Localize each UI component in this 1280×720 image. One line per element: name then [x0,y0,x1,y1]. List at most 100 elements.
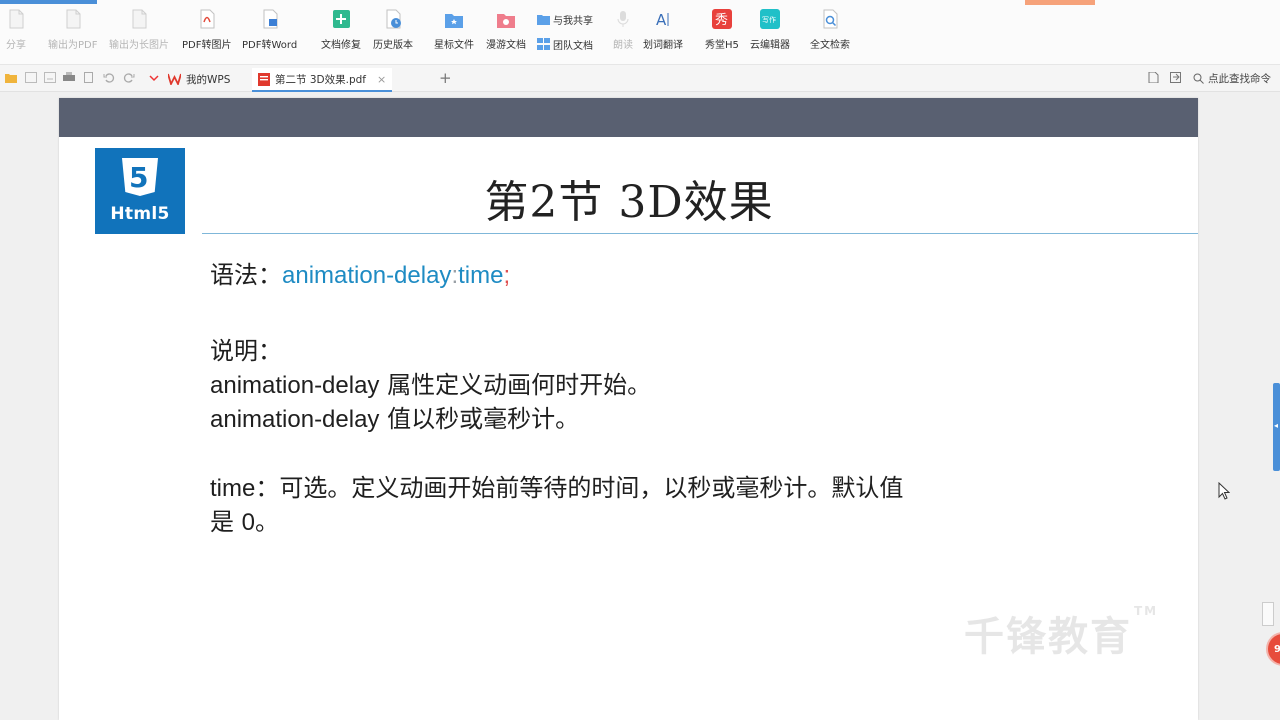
pdf-to-image-icon [200,9,215,29]
time-line2-end: 。 [255,508,279,536]
tab-document-pdf[interactable]: 第二节 3D效果.pdf × [252,68,393,92]
cloud-editor-icon: 写作 [760,9,780,29]
syntax-line: 语法：animation-delay:time; [210,255,510,290]
pdf-to-word-icon [263,9,278,29]
export-long-image-label: 输出为长图片 [109,40,169,51]
description-line-1-code: animation-delay [210,372,380,399]
doc-info-icon[interactable] [1148,72,1159,83]
xiutang-button[interactable]: 秀 秀堂H5 [705,8,739,56]
history-button[interactable]: 历史版本 [373,8,413,56]
read-aloud-icon [617,11,629,27]
translate-label: 划词翻译 [643,40,683,51]
read-aloud-button[interactable]: 朗读 [613,8,633,56]
share-with-me-button[interactable]: 与我共享 [537,11,593,27]
time-text: ：可选。定义动画开始前等待的时间，以秒或毫秒计。默认值 [255,474,904,502]
ribbon-accent-orange [1025,0,1095,5]
team-docs-button[interactable]: 团队文档 [537,36,593,52]
history-label: 历史版本 [373,40,413,51]
roaming-doc-icon [497,14,515,28]
translate-button[interactable]: A 划词翻译 [643,8,683,56]
syntax-property: animation-delay [282,262,452,289]
fulltext-search-label: 全文检索 [810,40,850,51]
xiutang-label: 秀堂H5 [705,40,739,51]
share-label: 分享 [6,40,26,51]
share-icon [9,9,24,29]
html5-logo: 5 Html5 [95,148,185,234]
description-line-2: animation-delay 值以秒或毫秒计。 [210,399,579,434]
star-files-label: 星标文件 [434,40,474,51]
export-long-image-button[interactable]: 输出为长图片 [109,8,169,56]
cloud-editor-button[interactable]: 写作 云编辑器 [750,8,790,56]
star-folder-icon [445,14,463,28]
pdf-to-word-label: PDF转Word [242,40,298,51]
description-line-2-code: animation-delay [210,406,380,433]
slide-header-bar [59,98,1198,137]
translate-icon: A [656,11,669,29]
time-description-line-2: 是 0。 [210,502,279,537]
syntax-label: 语法： [210,261,282,289]
ribbon-accent [0,0,97,4]
cloud-editor-glyph: 写作 [762,15,776,24]
xiutang-glyph: 秀 [715,13,728,28]
share-with-me-icon [537,15,550,25]
pdf-to-image-label: PDF转图片 [182,40,232,51]
slide-title: 第2节 3D效果 [484,177,774,228]
redo-icon[interactable] [123,72,135,83]
watermark-text: 千锋教育 [964,614,1132,660]
description-line-2-text: 值以秒或毫秒计。 [379,405,580,433]
xiutang-icon: 秀 [711,9,732,29]
read-aloud-label: 朗读 [613,40,633,51]
customize-dropdown-icon[interactable] [148,72,160,83]
pdf-file-icon [258,72,270,86]
history-icon [386,9,401,29]
team-docs-label: 团队文档 [553,40,593,52]
roaming-doc-label: 漫游文档 [486,40,526,51]
find-command-search[interactable]: 点此查找命令 [1193,70,1271,86]
export-pdf-button[interactable]: 输出为PDF [48,8,97,56]
save-as-icon[interactable] [44,72,56,83]
pdf-to-word-button[interactable]: PDF转Word [242,8,297,56]
tab-my-wps[interactable]: 我的WPS [168,68,230,90]
svg-text:A: A [656,11,667,29]
html5-shield-digit: 5 [129,161,148,194]
print-icon[interactable] [63,72,75,83]
undo-icon[interactable] [103,72,115,83]
mouse-cursor-icon [1218,482,1230,500]
fulltext-search-button[interactable]: 全文检索 [810,8,850,56]
print-preview-icon[interactable] [83,72,95,83]
description-label: 说明： [210,337,282,365]
export-pdf-label: 输出为PDF [48,40,98,51]
time-line2-text: 是 [210,508,242,536]
new-tab-button[interactable]: + [439,69,452,87]
pdf-to-image-button[interactable]: PDF转图片 [182,8,231,56]
page-navigator-icon[interactable] [1262,602,1274,626]
pdf-page: 5 Html5 第2节 3D效果 语法：animation-delay:time… [59,98,1198,720]
share-button[interactable]: 分享 [6,8,26,56]
roaming-doc-button[interactable]: 漫游文档 [486,8,526,56]
star-files-button[interactable]: 星标文件 [434,8,474,56]
syntax-semicolon: ; [503,262,511,289]
side-panel-toggle[interactable]: ◂ [1273,383,1280,471]
save-icon[interactable] [25,72,37,83]
document-viewport[interactable]: 5 Html5 第2节 3D效果 语法：animation-delay:time… [0,92,1280,720]
qianfeng-watermark: 千锋教育TM [964,604,1158,662]
doc-repair-label: 文档修复 [321,40,361,51]
doc-repair-button[interactable]: 文档修复 [321,8,361,56]
html5-shield-icon: 5 [122,158,158,196]
tab-my-wps-label: 我的WPS [186,73,231,86]
open-folder-icon[interactable] [5,72,17,83]
ribbon-toolbar: 分享 输出为PDF 输出为长图片 PDF转图片 PDF转Word 文档修复 历史… [0,0,1280,65]
tab-document-pdf-label: 第二节 3D效果.pdf [275,73,366,86]
close-tab-icon[interactable]: × [377,73,386,86]
export-icon[interactable] [1170,72,1181,83]
quick-access-tabbar: 我的WPS 第二节 3D效果.pdf × + 点此查找命令 [0,65,1280,92]
html5-logo-text: Html5 [110,204,170,224]
title-divider [202,233,1198,234]
doc-repair-icon [333,10,350,28]
description-line-1: animation-delay 属性定义动画何时开始。 [210,365,651,400]
time-line2-code: 0 [241,509,255,536]
export-pdf-icon [66,9,81,29]
time-description-line-1: time：可选。定义动画开始前等待的时间，以秒或毫秒计。默认值 [210,468,903,503]
fulltext-search-icon [823,9,838,29]
export-long-image-icon [132,9,147,29]
